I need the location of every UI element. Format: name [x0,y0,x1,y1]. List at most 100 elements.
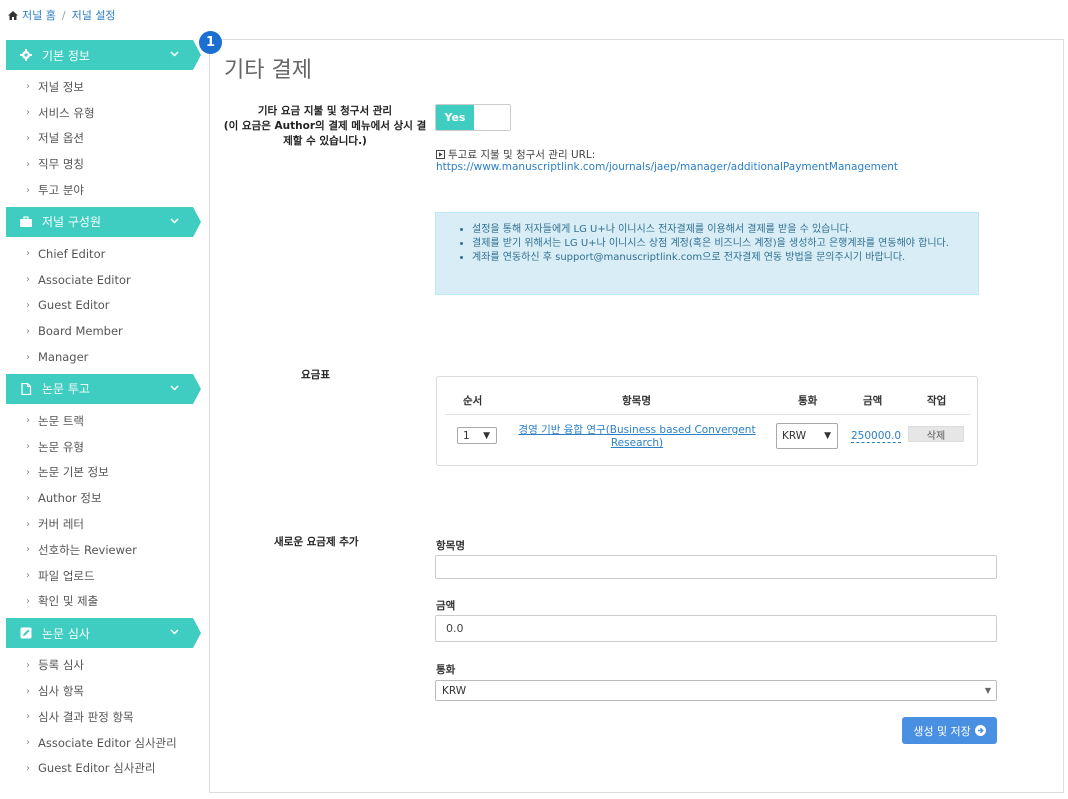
breadcrumb-separator: / [61,8,66,22]
currency-label: 통화 [436,664,456,676]
sidebar-item[interactable]: › Board Member [6,318,193,344]
delete-button[interactable]: 삭제 [908,426,964,442]
sidebar-item[interactable]: › 심사 결과 판정 항목 [6,704,193,730]
toggle-on-label: Yes [436,105,474,130]
order-select[interactable]: 1 ▼ [457,427,497,444]
sidebar-item[interactable]: › Author 정보 [6,485,193,511]
currency-select[interactable]: KRW ▼ [435,680,997,701]
gear-icon [20,49,32,61]
management-url-link[interactable]: https://www.manuscriptlink.com/journals/… [436,161,898,173]
create-save-button[interactable]: 생성 및 저장 [902,717,997,744]
breadcrumb-home-link[interactable]: 저널 홈 [22,7,56,23]
sidebar-list-submission: › 논문 트랙 › 논문 유형 › 논문 기본 정보 › Author 정보 › 커버 레… [6,404,193,618]
fee-toggle[interactable]: Yes [435,104,511,131]
breadcrumb-current[interactable]: 저널 설정 [72,7,116,23]
sidebar-item[interactable]: › 서비스 유형 [6,100,193,126]
item-name-input[interactable] [435,555,997,579]
edit-icon [20,627,32,639]
sidebar-item[interactable]: › Associate Editor 심사관리 [6,730,193,756]
sidebar-item[interactable]: › 확인 및 제출 [6,589,193,615]
info-item: 계좌를 연동하신 후 support@manuscriptlink.com으로 … [472,251,968,264]
table-header-action: 작업 [927,395,947,407]
sidebar-item[interactable]: › Chief Editor [6,241,193,267]
sidebar-item[interactable]: › Guest Editor [6,293,193,319]
sidebar-section-review[interactable]: 논문 심사 [6,618,201,649]
caret-down-icon: ▼ [824,431,831,441]
breadcrumb: 저널 홈 / 저널 설정 [8,7,116,23]
sidebar-item[interactable]: › 직무 명칭 [6,151,193,177]
item-name-label: 항목명 [436,540,465,552]
sidebar-section-basic-info[interactable]: 기본 정보 [6,40,201,70]
sidebar-item[interactable]: › 등록 심사 [6,652,193,678]
document-icon [20,382,32,395]
chevron-right-icon: › [26,325,30,337]
chevron-right-icon: › [26,762,30,774]
chevron-right-icon: › [26,132,30,144]
sidebar-item[interactable]: › 투고 분야 [6,177,193,203]
fee-setting-label: 기타 요금 지불 및 청구서 관리 (이 요금은 Author의 결제 메뉴에서… [223,105,427,147]
chevron-right-icon: › [26,711,30,723]
sidebar-section-title: 논문 심사 [42,626,90,641]
sidebar-item[interactable]: › 논문 기본 정보 [6,460,193,486]
sidebar-item[interactable]: › 심사 항목 [6,678,193,704]
chevron-down-icon [170,218,179,224]
sidebar-item[interactable]: › 저널 옵션 [6,126,193,152]
caret-down-icon: ▼ [483,430,490,441]
info-item: 결제를 받기 위해서는 LG U+나 이니시스 상점 계정(혹은 비즈니스 계정… [472,237,968,250]
briefcase-icon [20,216,32,228]
chevron-down-icon [170,629,179,635]
chevron-right-icon: › [26,659,30,671]
home-icon [8,10,18,20]
chevron-right-icon: › [26,466,30,478]
sidebar-list-members: › Chief Editor › Associate Editor › Guest E… [6,237,193,374]
chevron-right-icon: › [26,492,30,504]
chevron-right-icon: › [26,544,30,556]
sidebar-section-title: 저널 구성원 [42,215,102,230]
url-label: 투고료 지불 및 청구서 관리 URL: [436,147,595,162]
chevron-right-icon: › [26,351,30,363]
chevron-right-icon: › [26,415,30,427]
sidebar-section-submission[interactable]: 논문 투고 [6,373,201,404]
new-fee-label: 새로운 요금제 추가 [274,536,359,548]
toggle-off-area [474,105,510,130]
page-title: 기타 결제 [224,58,312,83]
sidebar-item[interactable]: › 선호하는 Reviewer [6,537,193,563]
sidebar-section-members[interactable]: 저널 구성원 [6,206,201,237]
sidebar-item[interactable]: › Manager [6,344,193,370]
fee-item-name-link[interactable]: 경영 기반 융합 연구(Business based Convergent Re… [517,424,757,450]
amount-label: 금액 [436,600,456,612]
sidebar-section-title: 기본 정보 [42,48,90,63]
chevron-right-icon: › [26,81,30,93]
sidebar-item[interactable]: › Guest Editor 심사관리 [6,756,193,782]
table-header-amount: 금액 [863,395,883,407]
sidebar-list-basic-info: › 저널 정보 › 서비스 유형 › 저널 옵션 › 직무 명칭 › 투고 분야 [6,70,193,207]
table-header-currency: 통화 [798,395,818,407]
chevron-right-icon: › [26,685,30,697]
sidebar-item[interactable]: › 논문 트랙 [6,408,193,434]
table-divider [445,414,970,415]
currency-select-row[interactable]: KRW ▼ [776,423,838,449]
sidebar: 기본 정보 › 저널 정보 › 서비스 유형 › 저널 옵션 › 직무 명칭 › 투고 분… [6,40,201,785]
chevron-right-icon: › [26,107,30,119]
chevron-right-icon: › [26,737,30,749]
chevron-right-icon: › [26,184,30,196]
chevron-right-icon: › [26,248,30,260]
step-badge: 1 [199,31,222,54]
chevron-right-icon: › [26,299,30,311]
amount-edit-link[interactable]: 250000.0 [851,430,902,443]
chevron-right-icon: › [26,274,30,286]
fee-table-label: 요금표 [301,369,330,381]
fee-table: 순서 항목명 통화 금액 작업 [436,376,978,466]
sidebar-item[interactable]: › 논문 유형 [6,434,193,460]
sidebar-item[interactable]: › 저널 정보 [6,74,193,100]
amount-input[interactable]: 0.0 [435,615,997,642]
arrow-circle-right-icon [974,725,986,736]
sidebar-item[interactable]: › 파일 업로드 [6,563,193,589]
sidebar-list-review: › 등록 심사 › 심사 항목 › 심사 결과 판정 항목 › Associate Ed… [6,648,193,785]
caret-down-icon: ▼ [984,686,991,695]
sidebar-item[interactable]: › Associate Editor [6,267,193,293]
chevron-right-icon: › [26,518,30,530]
sidebar-item[interactable]: › 커버 레터 [6,511,193,537]
sidebar-section-title: 논문 투고 [42,382,90,397]
chevron-right-icon: › [26,570,30,582]
